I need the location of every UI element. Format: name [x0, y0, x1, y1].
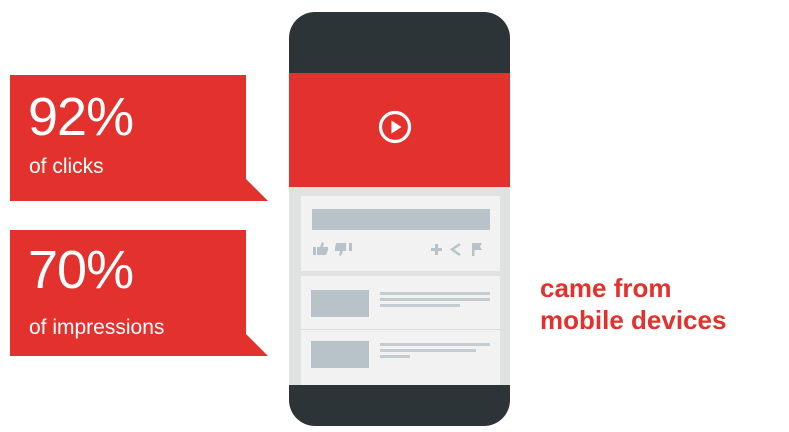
text-line-placeholder	[380, 349, 476, 352]
callout-pointer	[246, 334, 268, 356]
thumbnail-placeholder	[311, 290, 369, 317]
play-circle-icon	[378, 110, 412, 144]
title-placeholder	[312, 209, 490, 230]
text-line-placeholder	[380, 343, 490, 346]
stat-value: 92%	[28, 87, 134, 147]
text-line-placeholder	[380, 292, 490, 295]
thumbs-up-icon	[313, 242, 328, 255]
stat-label: of impressions	[29, 316, 165, 339]
phone-illustration	[289, 12, 510, 426]
flag-icon	[472, 243, 482, 256]
video-info-card	[301, 196, 500, 271]
stat-label: of clicks	[29, 155, 104, 178]
thumbnail-placeholder	[311, 341, 369, 368]
caption-line-2: mobile devices	[540, 305, 727, 335]
share-icon	[449, 242, 461, 257]
list-item	[301, 276, 500, 330]
stat-card-impressions: 70% of impressions	[10, 230, 268, 356]
stat-value: 70%	[28, 240, 134, 300]
thumbs-down-icon	[335, 243, 352, 256]
text-line-placeholder	[380, 355, 410, 358]
callout-pointer	[246, 179, 268, 201]
list-divider	[301, 329, 500, 330]
stat-card-clicks: 92% of clicks	[10, 75, 268, 201]
text-line-placeholder	[380, 298, 490, 301]
caption: came from mobile devices	[540, 272, 789, 336]
text-line-placeholder	[380, 304, 460, 307]
plus-icon	[431, 244, 442, 255]
video-player	[289, 73, 510, 187]
phone-screen	[289, 187, 510, 385]
list-item	[301, 331, 500, 385]
action-icons-row	[313, 242, 482, 257]
video-list	[301, 276, 500, 385]
caption-line-1: came from	[540, 273, 672, 303]
